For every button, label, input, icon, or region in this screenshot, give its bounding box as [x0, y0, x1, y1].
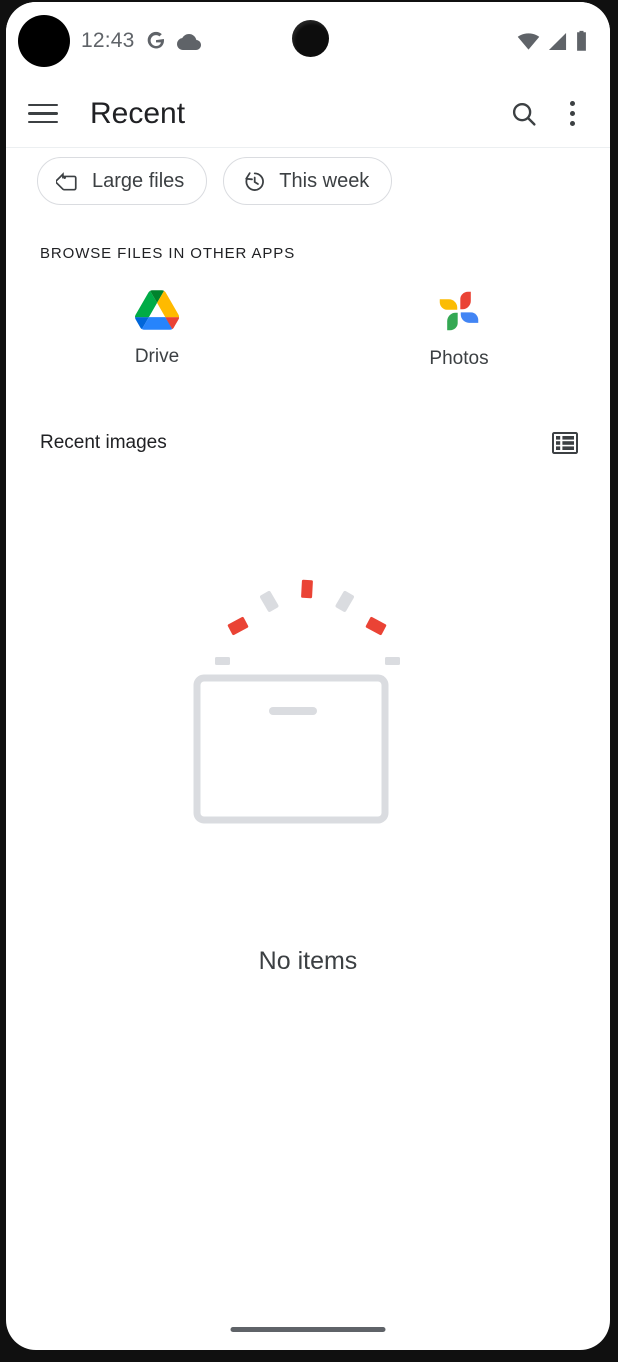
wifi-icon [517, 32, 540, 50]
cell-signal-icon [548, 32, 567, 50]
google-g-icon [147, 31, 164, 49]
filter-chip-row: Large files This week [6, 157, 610, 205]
overflow-menu-button[interactable] [548, 90, 596, 138]
app-tile-photos[interactable]: Photos [308, 290, 610, 370]
status-bar-right [517, 2, 588, 80]
browse-section-header: BROWSE FILES IN OTHER APPS [40, 245, 296, 262]
status-bar-left: 12:43 [18, 2, 201, 80]
overflow-menu-icon [569, 101, 575, 126]
list-view-icon [552, 432, 578, 454]
google-drive-icon [135, 290, 179, 330]
recent-images-header-row: Recent images [6, 426, 610, 460]
chip-this-week-label: This week [279, 169, 370, 192]
app-tile-photos-label: Photos [429, 348, 489, 369]
other-apps-row: Drive Photos [6, 290, 610, 370]
tag-icon [56, 172, 77, 191]
front-camera-punch-hole [292, 20, 329, 57]
battery-icon [577, 30, 586, 51]
app-tile-drive[interactable]: Drive [6, 290, 308, 370]
chip-this-week[interactable]: This week [223, 157, 393, 205]
app-bar: Recent [6, 80, 610, 148]
history-icon [245, 171, 265, 191]
device-frame: 12:43 Recent Large files This week BROWS… [0, 0, 618, 1362]
home-gesture-bar[interactable] [230, 1327, 386, 1332]
app-tile-drive-label: Drive [134, 346, 180, 367]
empty-state: No items [6, 562, 610, 976]
notification-blob-icon [18, 15, 70, 67]
chip-large-files[interactable]: Large files [37, 157, 208, 205]
google-photos-icon [439, 291, 479, 331]
cloud-icon [176, 33, 201, 50]
search-button[interactable] [500, 90, 548, 138]
phone-screen: 12:43 Recent Large files This week BROWS… [6, 2, 610, 1350]
empty-state-message: No items [258, 947, 358, 975]
empty-box-with-confetti-illustration [193, 579, 400, 824]
status-bar: 12:43 [6, 2, 610, 80]
status-bar-clock: 12:43 [81, 29, 135, 52]
search-icon [512, 102, 536, 126]
recent-images-title: Recent images [40, 432, 167, 453]
view-toggle-button[interactable] [548, 426, 582, 460]
page-title: Recent [90, 96, 186, 130]
chip-large-files-label: Large files [92, 169, 185, 192]
hamburger-menu-icon[interactable] [28, 96, 64, 132]
